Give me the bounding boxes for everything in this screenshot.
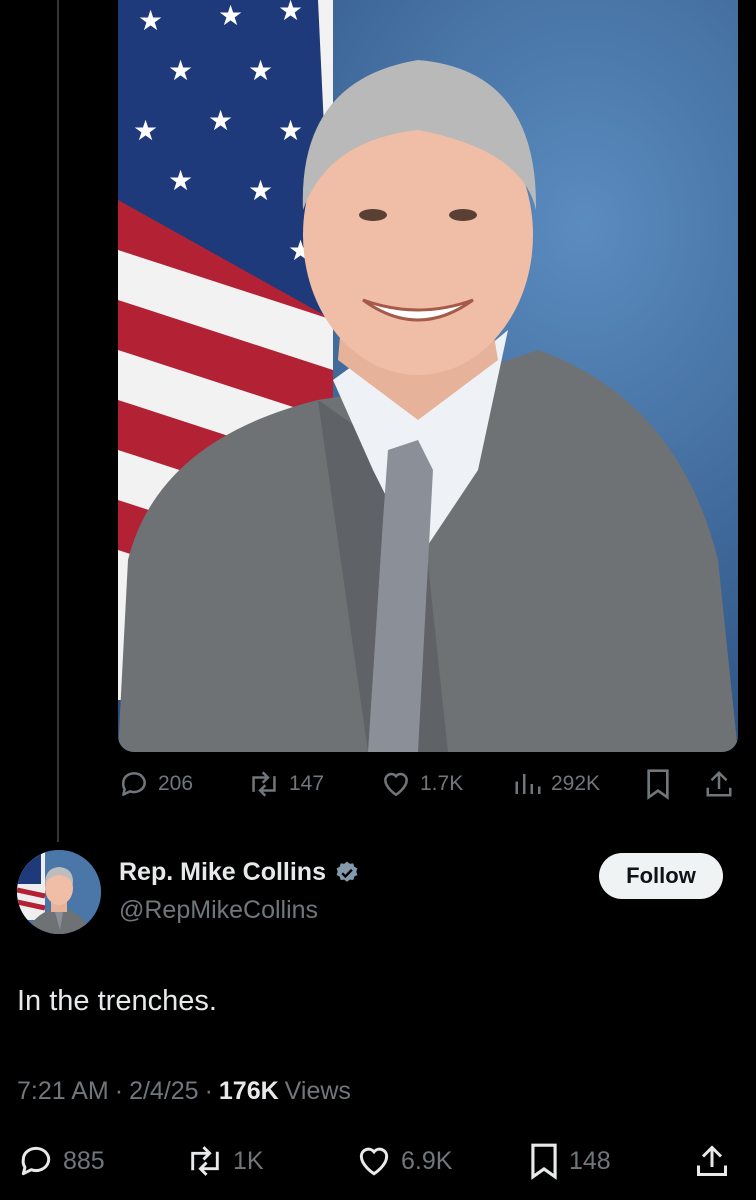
reply-icon xyxy=(121,772,146,796)
reply-count: 885 xyxy=(63,1146,105,1175)
svg-text:★: ★ xyxy=(208,104,233,137)
share-button[interactable] xyxy=(704,768,734,800)
share-icon xyxy=(697,1145,727,1176)
tweet-views-count[interactable]: 176K xyxy=(219,1077,279,1106)
repost-count: 147 xyxy=(289,772,325,795)
repost-button[interactable]: 147 xyxy=(247,768,324,800)
bookmark-icon xyxy=(531,1143,557,1180)
bookmark-count: 148 xyxy=(569,1146,611,1175)
views-count: 292K xyxy=(551,772,601,795)
author-name-row: Rep. Mike Collins xyxy=(119,858,360,887)
like-icon xyxy=(384,772,408,797)
svg-text:★: ★ xyxy=(168,54,193,87)
verified-badge-icon xyxy=(336,861,358,882)
bookmark-button[interactable]: 148 xyxy=(527,1142,611,1180)
svg-text:★: ★ xyxy=(218,0,243,32)
like-count: 6.9K xyxy=(401,1146,453,1175)
share-button[interactable] xyxy=(694,1142,730,1180)
follow-button[interactable]: Follow xyxy=(599,853,723,899)
repost-count: 1K xyxy=(233,1146,264,1175)
meta-separator: · xyxy=(204,1077,213,1105)
svg-text:★: ★ xyxy=(278,0,303,27)
like-count: 1.7K xyxy=(420,772,464,795)
share-icon xyxy=(706,770,732,797)
author-handle[interactable]: @RepMikeCollins xyxy=(119,896,318,925)
svg-text:★: ★ xyxy=(168,164,193,197)
tweet-actions: 885 1K 6.9K 148 xyxy=(0,1138,756,1182)
avatar-image xyxy=(17,850,101,934)
repost-icon xyxy=(252,771,276,797)
post-image[interactable]: ★ ★ ★ ★ ★ ★ ★ ★ ★ ★ ★ xyxy=(118,0,738,752)
svg-text:★: ★ xyxy=(278,114,303,147)
tweet-time[interactable]: 7:21 AM xyxy=(17,1077,109,1106)
views-button[interactable]: 292K xyxy=(513,768,600,800)
reply-icon xyxy=(21,1146,51,1176)
tweet-views-label: Views xyxy=(284,1077,351,1105)
bookmark-icon xyxy=(647,769,669,800)
reply-button[interactable]: 885 xyxy=(17,1142,105,1180)
repost-icon xyxy=(191,1146,219,1176)
bookmark-button[interactable] xyxy=(644,768,672,800)
tweet-date[interactable]: 2/4/25 xyxy=(129,1077,199,1106)
like-button[interactable]: 6.9K xyxy=(355,1142,452,1180)
svg-text:★: ★ xyxy=(138,4,163,37)
tweet-meta: 7:21 AM · 2/4/25 · 176K Views xyxy=(17,1077,351,1106)
reply-count: 206 xyxy=(158,772,194,795)
like-icon xyxy=(359,1147,389,1176)
portrait-photo: ★ ★ ★ ★ ★ ★ ★ ★ ★ ★ ★ xyxy=(118,0,738,752)
svg-text:★: ★ xyxy=(248,54,273,87)
reply-button[interactable]: 206 xyxy=(118,768,193,800)
tweet-text: In the trenches. xyxy=(17,985,217,1017)
like-button[interactable]: 1.7K xyxy=(380,768,463,800)
meta-separator: · xyxy=(114,1077,124,1105)
svg-text:★: ★ xyxy=(133,114,158,147)
author-header: Rep. Mike Collins @RepMikeCollins Follow xyxy=(17,850,739,940)
author-name[interactable]: Rep. Mike Collins xyxy=(119,858,326,887)
parent-post-actions: 206 147 1.7K 292K xyxy=(0,762,756,806)
views-icon xyxy=(515,774,541,794)
repost-button[interactable]: 1K xyxy=(185,1142,264,1180)
thread-connector-line xyxy=(57,0,59,842)
avatar[interactable] xyxy=(17,850,101,934)
svg-text:★: ★ xyxy=(248,174,273,207)
